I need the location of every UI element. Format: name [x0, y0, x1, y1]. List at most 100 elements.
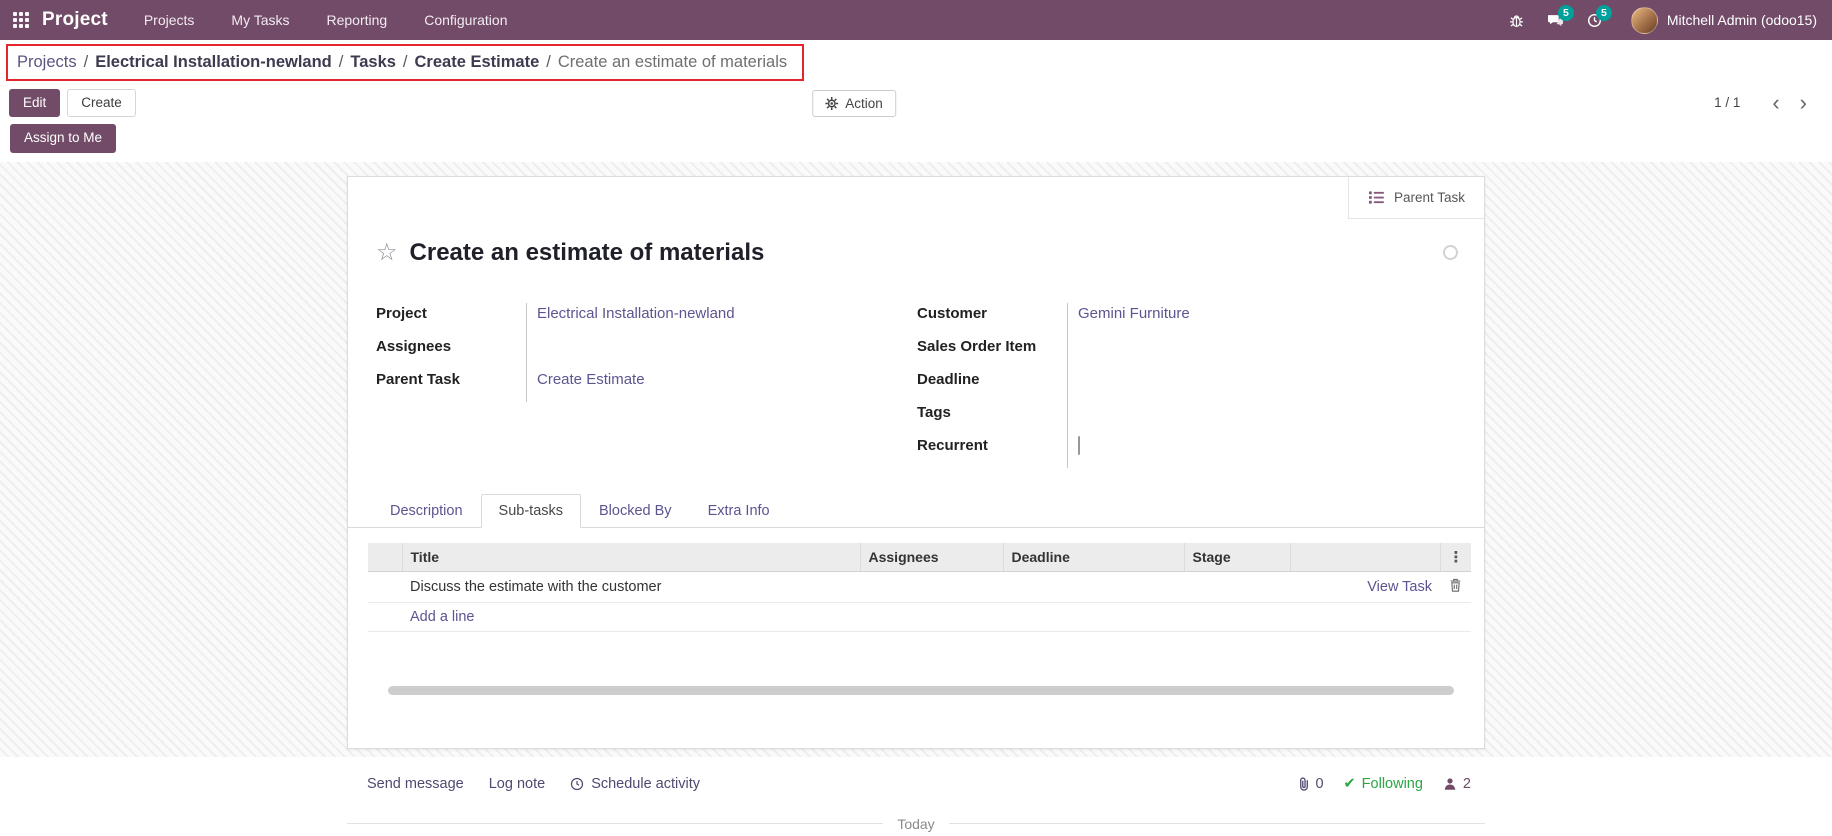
task-form-card: Parent Task ☆ Create an estimate of mate…: [347, 176, 1485, 749]
column-assignees[interactable]: Assignees: [860, 543, 1003, 572]
pager: 1 / 1 ‹ ›: [1714, 93, 1817, 113]
activities-badge: 5: [1596, 5, 1612, 22]
field-label-deadline: Deadline: [917, 369, 1067, 402]
attachment-count: 0: [1315, 776, 1323, 792]
field-row-tags: Tags: [917, 402, 1458, 435]
parent-task-button-label: Parent Task: [1394, 190, 1465, 205]
menu-configuration[interactable]: Configuration: [424, 12, 507, 28]
tab-sub-tasks[interactable]: Sub-tasks: [481, 494, 581, 528]
column-empty: [1290, 543, 1440, 572]
select-all-column[interactable]: [368, 543, 402, 572]
row-selector-cell[interactable]: [368, 571, 402, 602]
button-box: Parent Task: [348, 177, 1484, 219]
control-panel: Edit Create Action 1 / 1 ‹ ›: [0, 83, 1832, 123]
breadcrumb-bar: Projects / Electrical Installation-newla…: [0, 40, 1832, 83]
messages-icon[interactable]: 5: [1547, 13, 1564, 28]
statusbar: Assign to Me: [0, 123, 1832, 162]
messages-badge: 5: [1558, 5, 1574, 22]
breadcrumb: Projects / Electrical Installation-newla…: [6, 44, 804, 81]
breadcrumb-create-estimate[interactable]: Create Estimate: [415, 53, 540, 72]
field-value-project[interactable]: Electrical Installation-newland: [537, 305, 735, 322]
recurrent-checkbox[interactable]: [1078, 436, 1080, 455]
breadcrumb-separator: /: [546, 53, 551, 72]
action-button[interactable]: Action: [812, 90, 896, 117]
user-menu[interactable]: Mitchell Admin (odoo15): [1631, 7, 1817, 34]
schedule-activity-button[interactable]: Schedule activity: [570, 776, 700, 792]
task-title: Create an estimate of materials: [410, 239, 765, 267]
field-row-customer: Customer Gemini Furniture: [917, 303, 1458, 336]
field-label-customer: Customer: [917, 303, 1067, 336]
tab-description[interactable]: Description: [372, 494, 481, 528]
view-task-link[interactable]: View Task: [1367, 579, 1432, 595]
divider-line: [949, 823, 1485, 824]
field-label-sales-order-item: Sales Order Item: [917, 336, 1067, 369]
field-label-tags: Tags: [917, 402, 1067, 435]
breadcrumb-projects[interactable]: Projects: [17, 53, 77, 72]
create-button[interactable]: Create: [67, 89, 136, 118]
breadcrumb-tasks[interactable]: Tasks: [350, 53, 396, 72]
pager-previous-icon[interactable]: ‹: [1762, 93, 1789, 113]
title-row: ☆ Create an estimate of materials: [348, 219, 1484, 267]
paperclip-icon: [1298, 776, 1310, 791]
delete-row-cell[interactable]: [1440, 571, 1471, 602]
favorite-star-icon[interactable]: ☆: [376, 241, 398, 265]
attachments-button[interactable]: 0: [1298, 776, 1323, 792]
pager-count: 1 / 1: [1714, 95, 1740, 110]
trash-icon: [1449, 578, 1462, 592]
field-row-assignees: Assignees: [376, 336, 873, 369]
field-row-deadline: Deadline: [917, 369, 1458, 402]
user-avatar: [1631, 7, 1658, 34]
breadcrumb-separator: /: [403, 53, 408, 72]
action-label: Action: [845, 96, 883, 111]
menu-my-tasks[interactable]: My Tasks: [231, 12, 289, 28]
check-icon: ✔: [1344, 776, 1356, 792]
top-navbar: Project Projects My Tasks Reporting Conf…: [0, 0, 1832, 40]
assign-to-me-button[interactable]: Assign to Me: [10, 124, 116, 153]
form-fields: Project Electrical Installation-newland …: [348, 267, 1484, 468]
parent-task-button[interactable]: Parent Task: [1348, 177, 1484, 219]
log-note-button[interactable]: Log note: [489, 776, 545, 792]
subtask-assignees-cell: [860, 571, 1003, 602]
chatter: Send message Log note Schedule activity …: [347, 757, 1485, 832]
field-label-assignees: Assignees: [376, 336, 526, 369]
activities-clock-icon[interactable]: 5: [1587, 13, 1602, 28]
column-stage[interactable]: Stage: [1184, 543, 1290, 572]
breadcrumb-project-name[interactable]: Electrical Installation-newland: [95, 53, 332, 72]
systray: 5 5 Mitchell Admin (odoo15): [1509, 7, 1817, 34]
field-value-customer[interactable]: Gemini Furniture: [1078, 305, 1190, 322]
field-value-parent-task[interactable]: Create Estimate: [537, 371, 645, 388]
menu-projects[interactable]: Projects: [144, 12, 195, 28]
column-title[interactable]: Title: [402, 543, 860, 572]
table-row: Discuss the estimate with the customer V…: [368, 571, 1471, 602]
subtask-title-cell[interactable]: Discuss the estimate with the customer: [402, 571, 860, 602]
add-a-line-link[interactable]: Add a line: [410, 609, 475, 625]
tab-extra-info[interactable]: Extra Info: [690, 494, 788, 528]
kanban-state-icon[interactable]: [1443, 245, 1458, 260]
field-row-parent-task: Parent Task Create Estimate: [376, 369, 873, 402]
menu-reporting[interactable]: Reporting: [327, 12, 388, 28]
column-deadline[interactable]: Deadline: [1003, 543, 1184, 572]
horizontal-scrollbar[interactable]: [388, 686, 1454, 695]
tab-blocked-by[interactable]: Blocked By: [581, 494, 690, 528]
clock-icon: [570, 777, 584, 791]
person-icon: [1443, 777, 1457, 791]
fields-left-column: Project Electrical Installation-newland …: [376, 303, 917, 468]
apps-menu-icon[interactable]: [13, 12, 29, 28]
main-menu: Projects My Tasks Reporting Configuratio…: [144, 12, 508, 28]
followers-button[interactable]: 2: [1443, 776, 1471, 792]
debug-bug-icon[interactable]: [1509, 13, 1524, 28]
field-row-sales-order-item: Sales Order Item: [917, 336, 1458, 369]
sheet-background: Parent Task ☆ Create an estimate of mate…: [0, 162, 1832, 757]
today-label: Today: [897, 816, 934, 832]
optional-columns-icon[interactable]: ⋮: [1440, 543, 1471, 572]
subtask-stage-cell: [1184, 571, 1290, 602]
chatter-right-tools: 0 ✔ Following 2: [1298, 776, 1471, 792]
field-row-project: Project Electrical Installation-newland: [376, 303, 873, 336]
breadcrumb-separator: /: [339, 53, 344, 72]
edit-button[interactable]: Edit: [9, 89, 60, 118]
send-message-button[interactable]: Send message: [367, 776, 464, 792]
chatter-toolbar: Send message Log note Schedule activity …: [347, 776, 1485, 792]
follower-count: 2: [1463, 776, 1471, 792]
following-button[interactable]: ✔ Following: [1344, 776, 1423, 792]
pager-next-icon[interactable]: ›: [1790, 93, 1817, 113]
